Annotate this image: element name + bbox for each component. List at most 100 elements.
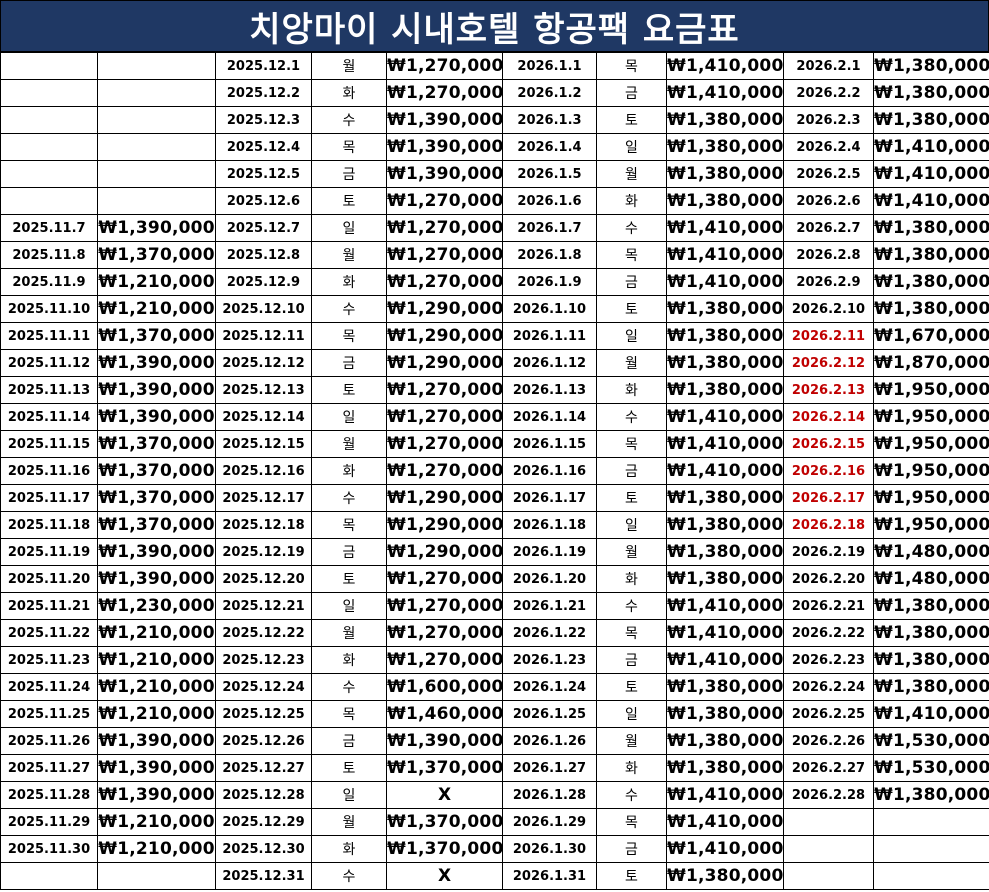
empty-cell xyxy=(0,187,98,215)
jan-date-cell: 2026.1.19 xyxy=(502,538,597,566)
nov-date-cell: 2025.11.15 xyxy=(0,430,98,458)
jan-date-cell: 2026.1.20 xyxy=(502,565,597,593)
jan-day-cell: 토 xyxy=(596,673,667,701)
jan-date-cell: 2026.1.10 xyxy=(502,295,597,323)
feb-price-cell: ₩1,380,000 xyxy=(873,295,989,323)
nov-price-cell: ₩1,230,000 xyxy=(97,592,216,620)
feb-date-cell: 2026.2.10 xyxy=(783,295,874,323)
feb-date-cell: 2026.2.5 xyxy=(783,160,874,188)
feb-price-cell: ₩1,950,000 xyxy=(873,430,989,458)
jan-date-cell: 2026.1.22 xyxy=(502,619,597,647)
dec-price-cell: ₩1,600,000 xyxy=(386,673,503,701)
nov-date-cell: 2025.11.19 xyxy=(0,538,98,566)
jan-day-cell: 금 xyxy=(596,268,667,296)
jan-price-cell: ₩1,380,000 xyxy=(666,322,784,350)
feb-date-cell: 2026.2.11 xyxy=(783,322,874,350)
table-row: 2025.11.14 ₩1,390,000 2025.12.14 일 ₩1,270,00… xyxy=(0,403,989,431)
jan-date-cell: 2026.1.6 xyxy=(502,187,597,215)
dec-day-cell: 금 xyxy=(311,160,387,188)
nov-price-cell: ₩1,210,000 xyxy=(97,700,216,728)
nov-price-cell: ₩1,370,000 xyxy=(97,457,216,485)
dec-price-cell: ₩1,390,000 xyxy=(386,727,503,755)
dec-day-cell: 월 xyxy=(311,241,387,269)
dec-price-cell: ₩1,370,000 xyxy=(386,754,503,782)
feb-price-cell: ₩1,380,000 xyxy=(873,646,989,674)
table-row: 2025.12.3 수 ₩1,390,000 2026.1.3 토 ₩1,380,000 2… xyxy=(0,106,989,134)
nov-date-cell: 2025.11.30 xyxy=(0,835,98,863)
jan-price-cell: ₩1,410,000 xyxy=(666,268,784,296)
jan-date-cell: 2026.1.5 xyxy=(502,160,597,188)
feb-price-cell: ₩1,950,000 xyxy=(873,511,989,539)
dec-date-cell: 2025.12.13 xyxy=(215,376,312,404)
dec-date-cell: 2025.12.21 xyxy=(215,592,312,620)
table-row: 2025.11.24 ₩1,210,000 2025.12.24 수 ₩1,600,00… xyxy=(0,673,989,701)
dec-day-cell: 화 xyxy=(311,79,387,107)
jan-date-cell: 2026.1.16 xyxy=(502,457,597,485)
jan-day-cell: 수 xyxy=(596,781,667,809)
dec-day-cell: 목 xyxy=(311,700,387,728)
jan-date-cell: 2026.1.1 xyxy=(502,52,597,80)
jan-price-cell: ₩1,380,000 xyxy=(666,538,784,566)
jan-date-cell: 2026.1.30 xyxy=(502,835,597,863)
jan-price-cell: ₩1,380,000 xyxy=(666,187,784,215)
table-row: 2025.11.28 ₩1,390,000 2025.12.28 일 X 2026.1.2… xyxy=(0,781,989,809)
jan-price-cell: ₩1,380,000 xyxy=(666,673,784,701)
nov-date-cell: 2025.11.24 xyxy=(0,673,98,701)
dec-day-cell: 목 xyxy=(311,133,387,161)
jan-day-cell: 금 xyxy=(596,646,667,674)
dec-date-cell: 2025.12.28 xyxy=(215,781,312,809)
feb-date-cell: 2026.2.14 xyxy=(783,403,874,431)
jan-date-cell: 2026.1.25 xyxy=(502,700,597,728)
nov-price-cell: ₩1,390,000 xyxy=(97,565,216,593)
feb-date-cell: 2026.2.25 xyxy=(783,700,874,728)
dec-price-cell: ₩1,270,000 xyxy=(386,430,503,458)
empty-cell xyxy=(97,106,216,134)
jan-price-cell: ₩1,380,000 xyxy=(666,160,784,188)
empty-cell xyxy=(97,187,216,215)
dec-date-cell: 2025.12.6 xyxy=(215,187,312,215)
jan-date-cell: 2026.1.17 xyxy=(502,484,597,512)
feb-price-cell: ₩1,380,000 xyxy=(873,106,989,134)
jan-price-cell: ₩1,380,000 xyxy=(666,862,784,890)
dec-price-cell: ₩1,270,000 xyxy=(386,187,503,215)
feb-price-cell: ₩1,410,000 xyxy=(873,700,989,728)
jan-day-cell: 일 xyxy=(596,133,667,161)
dec-date-cell: 2025.12.10 xyxy=(215,295,312,323)
nov-date-cell: 2025.11.11 xyxy=(0,322,98,350)
table-row: 2025.11.26 ₩1,390,000 2025.12.26 금 ₩1,390,00… xyxy=(0,727,989,755)
jan-date-cell: 2026.1.7 xyxy=(502,214,597,242)
feb-date-cell: 2026.2.8 xyxy=(783,241,874,269)
jan-day-cell: 월 xyxy=(596,160,667,188)
jan-date-cell: 2026.1.14 xyxy=(502,403,597,431)
table-row: 2025.12.2 화 ₩1,270,000 2026.1.2 금 ₩1,410,000 2… xyxy=(0,79,989,107)
dec-date-cell: 2025.12.29 xyxy=(215,808,312,836)
dec-date-cell: 2025.12.24 xyxy=(215,673,312,701)
jan-price-cell: ₩1,380,000 xyxy=(666,106,784,134)
nov-date-cell: 2025.11.21 xyxy=(0,592,98,620)
table-row: 2025.11.25 ₩1,210,000 2025.12.25 목 ₩1,460,00… xyxy=(0,700,989,728)
feb-date-cell: 2026.2.2 xyxy=(783,79,874,107)
table-row: 2025.11.20 ₩1,390,000 2025.12.20 토 ₩1,270,00… xyxy=(0,565,989,593)
feb-date-cell: 2026.2.13 xyxy=(783,376,874,404)
dec-price-cell: ₩1,290,000 xyxy=(386,538,503,566)
nov-price-cell: ₩1,210,000 xyxy=(97,646,216,674)
jan-price-cell: ₩1,410,000 xyxy=(666,457,784,485)
table-row: 2025.11.11 ₩1,370,000 2025.12.11 목 ₩1,290,00… xyxy=(0,322,989,350)
nov-price-cell: ₩1,390,000 xyxy=(97,754,216,782)
dec-date-cell: 2025.12.5 xyxy=(215,160,312,188)
nov-price-cell: ₩1,390,000 xyxy=(97,781,216,809)
jan-price-cell: ₩1,410,000 xyxy=(666,403,784,431)
dec-date-cell: 2025.12.22 xyxy=(215,619,312,647)
dec-day-cell: 토 xyxy=(311,376,387,404)
feb-price-cell: ₩1,380,000 xyxy=(873,781,989,809)
dec-price-cell: ₩1,370,000 xyxy=(386,808,503,836)
nov-price-cell: ₩1,390,000 xyxy=(97,727,216,755)
nov-date-cell: 2025.11.14 xyxy=(0,403,98,431)
jan-day-cell: 일 xyxy=(596,511,667,539)
table-row: 2025.11.18 ₩1,370,000 2025.12.18 목 ₩1,290,00… xyxy=(0,511,989,539)
table-row: 2025.12.31 수 X 2026.1.31 토 ₩1,380,000 xyxy=(0,862,989,890)
nov-price-cell: ₩1,390,000 xyxy=(97,349,216,377)
dec-price-cell: ₩1,270,000 xyxy=(386,268,503,296)
jan-price-cell: ₩1,410,000 xyxy=(666,79,784,107)
feb-date-cell: 2026.2.19 xyxy=(783,538,874,566)
